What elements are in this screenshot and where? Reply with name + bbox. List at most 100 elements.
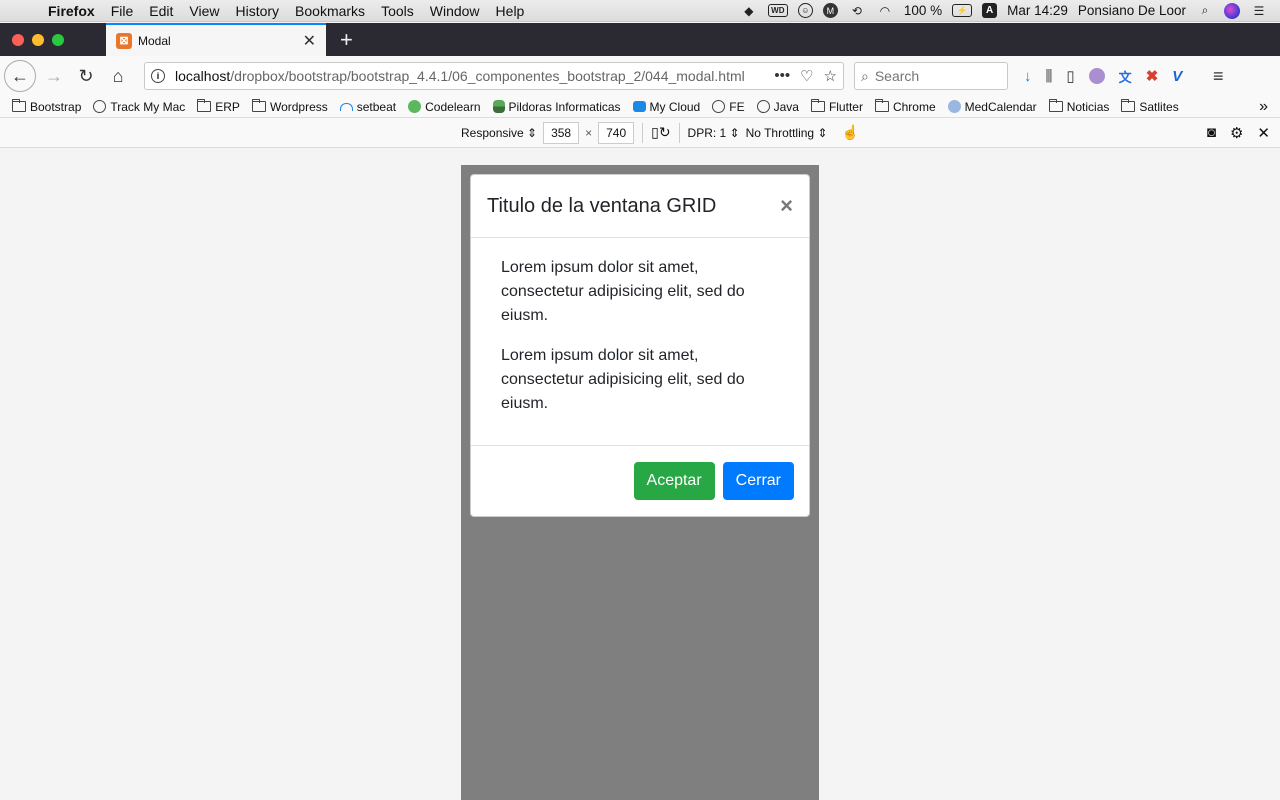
wifi-icon[interactable]: ◠ [876, 3, 894, 19]
profile-extension-icon[interactable] [1088, 68, 1105, 84]
downloads-icon[interactable]: ↓ [1024, 68, 1032, 85]
bookmark-noticias[interactable]: Noticias [1048, 99, 1109, 114]
search-input[interactable] [874, 68, 985, 84]
reload-button[interactable]: ↻ [70, 60, 102, 92]
bookmark-label: ERP [215, 99, 240, 114]
menu-tools[interactable]: Tools [373, 3, 422, 19]
bookmark-java[interactable]: Java [756, 100, 799, 114]
sidebar-icon[interactable]: ▯ [1066, 67, 1074, 85]
menubar-user[interactable]: Ponsiano De Loor [1078, 3, 1186, 18]
device-selector[interactable]: Responsive ⇕ [461, 126, 537, 140]
tools-extension-icon[interactable]: ✖ [1146, 67, 1159, 85]
bookmark-wordpress[interactable]: Wordpress [251, 99, 328, 114]
modal-dialog: Titulo de la ventana GRID × Lorem ipsum … [470, 174, 810, 517]
bookmark-chrome[interactable]: Chrome [874, 99, 936, 114]
modal-paragraph: Lorem ipsum dolor sit amet, consectetur … [501, 347, 745, 412]
menu-view[interactable]: View [181, 3, 227, 19]
zoom-window-button[interactable] [52, 33, 64, 46]
throttling-selector[interactable]: No Throttling ⇕ [746, 126, 828, 140]
close-window-button[interactable] [12, 33, 24, 46]
wd-drive-icon[interactable]: WD [767, 4, 788, 17]
tab-modal[interactable]: ⊠ Modal ✕ [106, 23, 326, 56]
throttling-label: No Throttling [745, 125, 815, 140]
viewport-width-input[interactable]: 358 [543, 121, 580, 144]
viewport-height-input[interactable]: 740 [598, 121, 635, 144]
pocket-icon[interactable]: ♡ [800, 67, 813, 85]
toolbar-icons: ↓ ⫼ ▯ 文 ✖ V [1024, 67, 1182, 86]
siri-icon[interactable] [1224, 2, 1240, 19]
close-rdm-icon[interactable]: ✕ [1257, 124, 1270, 142]
url-path: /dropbox/bootstrap/bootstrap_4.4.1/06_co… [230, 68, 745, 84]
navigation-toolbar: ← → ↻ ⌂ i localhost/dropbox/bootstrap/bo… [0, 56, 1280, 96]
bookmark-label: Chrome [892, 99, 936, 114]
bookmark-track-my-mac[interactable]: Track My Mac [93, 100, 185, 114]
bookmark-pildoras-informaticas[interactable]: Pildoras Informaticas [492, 100, 621, 114]
bookmark-codelearn[interactable]: Codelearn [408, 100, 481, 114]
time-machine-icon[interactable]: ⟲ [848, 3, 866, 19]
modal-close-button[interactable]: × [780, 193, 793, 219]
menu-history[interactable]: History [227, 3, 287, 19]
rotate-viewport-icon[interactable]: ▯↻ [651, 124, 670, 141]
menubar-clock[interactable]: Mar 14:29 [1007, 3, 1068, 18]
device-viewport: Titulo de la ventana GRID × Lorem ipsum … [461, 165, 819, 800]
hamburger-menu-icon[interactable]: ≡ [1202, 60, 1234, 92]
close-tab-icon[interactable]: ✕ [303, 31, 316, 51]
dropbox-icon[interactable]: ◆ [740, 3, 758, 19]
menu-window[interactable]: Window [422, 3, 488, 19]
notification-center-icon[interactable]: ☰ [1250, 3, 1268, 19]
globe-icon [712, 100, 726, 113]
m-app-icon[interactable]: M [822, 3, 838, 18]
folder-icon [251, 99, 266, 112]
rdm-right-controls: ◙ ⚙ ✕ [1207, 124, 1280, 142]
input-source-icon[interactable]: A [982, 3, 998, 18]
more-bookmarks-icon[interactable]: » [1259, 98, 1268, 116]
translate-extension-icon[interactable]: 文 [1119, 67, 1132, 86]
folder-icon [874, 99, 889, 112]
dpr-selector[interactable]: DPR: 1 ⇕ [688, 126, 740, 140]
site-info-icon[interactable]: i [151, 69, 165, 83]
touch-simulation-icon[interactable]: ☝ [842, 124, 859, 141]
forward-button[interactable]: → [38, 60, 70, 92]
menu-file[interactable]: File [103, 3, 142, 19]
menu-edit[interactable]: Edit [141, 3, 181, 19]
modal-title: Titulo de la ventana GRID [487, 194, 717, 217]
bookmark-my-cloud[interactable]: My Cloud [632, 100, 700, 114]
new-tab-button[interactable]: + [340, 27, 353, 53]
device-label: Responsive [461, 125, 524, 140]
bookmark-fe[interactable]: FE [712, 99, 745, 114]
minimize-window-button[interactable] [32, 33, 44, 46]
bookmark-bootstrap[interactable]: Bootstrap [12, 99, 81, 114]
bookmark-label: FE [729, 99, 745, 114]
bookmark-label: setbeat [356, 99, 397, 114]
library-icon[interactable]: ⫼ [1046, 68, 1053, 85]
menu-app-firefox[interactable]: Firefox [40, 3, 103, 19]
bookmark-erp[interactable]: ERP [197, 99, 240, 114]
bookmark-flutter[interactable]: Flutter [810, 99, 863, 114]
modal-paragraph: Lorem ipsum dolor sit amet, consectetur … [501, 259, 745, 324]
v-extension-icon[interactable]: V [1172, 68, 1182, 85]
responsive-design-toolbar: Responsive ⇕ 358 × 740 ▯↻ DPR: 1 ⇕ No Th… [0, 118, 1280, 148]
url-bar[interactable]: i localhost/dropbox/bootstrap/bootstrap_… [144, 62, 844, 90]
globe-icon [93, 100, 107, 113]
bookmarks-toolbar: Bootstrap Track My Mac ERP Wordpress set… [0, 96, 1280, 118]
close-button[interactable]: Cerrar [722, 462, 794, 500]
url-host: localhost [175, 68, 231, 84]
battery-icon[interactable]: ⚡ [952, 4, 973, 17]
home-button[interactable]: ⌂ [102, 60, 134, 92]
bookmark-setbeat[interactable]: setbeat [339, 99, 397, 114]
face-icon[interactable]: ☺ [797, 3, 813, 18]
screenshot-icon[interactable]: ◙ [1207, 124, 1216, 142]
bookmark-satlites[interactable]: Satlites [1121, 99, 1179, 114]
menu-help[interactable]: Help [488, 3, 533, 19]
settings-gear-icon[interactable]: ⚙ [1230, 124, 1243, 142]
page-actions-icon[interactable]: ••• [774, 67, 790, 85]
menu-bookmarks[interactable]: Bookmarks [287, 3, 373, 19]
search-bar[interactable]: ⌕ [854, 62, 1008, 90]
url-text[interactable]: localhost/dropbox/bootstrap/bootstrap_4.… [175, 68, 774, 84]
accept-button[interactable]: Aceptar [633, 462, 715, 500]
bookmark-star-icon[interactable]: ☆ [824, 67, 837, 85]
bookmark-medcalendar[interactable]: MedCalendar [947, 100, 1037, 114]
back-button[interactable]: ← [4, 60, 36, 92]
bookmark-label: Satlites [1139, 99, 1179, 114]
spotlight-search-icon[interactable]: ⌕ [1196, 3, 1214, 19]
